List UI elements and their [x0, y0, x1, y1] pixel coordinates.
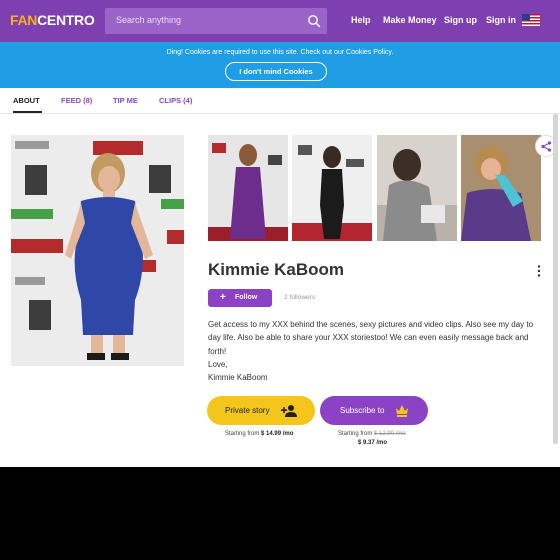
private-story-price: Starting from $ 14.99 /mo: [225, 431, 293, 437]
gallery-photo-2[interactable]: [292, 135, 372, 241]
tab-feed[interactable]: FEED (8): [61, 96, 92, 105]
private-price-value: $ 14.99 /mo: [261, 431, 294, 437]
subscribe-price-value: $ 9.37 /mo: [358, 440, 388, 446]
nav-sign-up-link[interactable]: Sign up: [444, 15, 477, 25]
profile-tabs: ABOUT FEED (8) TIP ME CLIPS (4): [0, 88, 560, 114]
tab-clips[interactable]: CLIPS (4): [159, 96, 192, 105]
share-icon: [541, 141, 552, 152]
logo-fan-text: FAN: [10, 12, 38, 28]
tab-tip-me[interactable]: TIP ME: [113, 96, 138, 105]
nav-make-money-link[interactable]: Make Money: [383, 15, 437, 25]
plus-icon: +: [220, 292, 226, 303]
bio-signature: Kimmie KaBoom: [208, 373, 268, 383]
search-bar[interactable]: Search anything: [105, 8, 327, 34]
gallery-photo-1[interactable]: [208, 135, 288, 241]
active-tab-indicator: [13, 111, 42, 113]
more-vertical-icon[interactable]: [537, 265, 541, 277]
subscribe-old-price: $ 12.99 /mo: [374, 431, 406, 437]
fancentro-logo[interactable]: FANCENTRO: [10, 12, 95, 28]
bio-signoff: Love,: [208, 359, 228, 369]
nav-sign-in-link[interactable]: Sign in: [486, 15, 516, 25]
top-navbar: FANCENTRO Search anything Help Make Mone…: [0, 0, 560, 42]
subscribe-button[interactable]: Subscribe to: [320, 396, 428, 425]
private-story-label: Private story: [225, 406, 270, 415]
gallery-photo-4[interactable]: [461, 135, 541, 241]
private-starting-text: Starting from: [225, 431, 260, 437]
subscribe-price-old: Starting from $ 12.99 /mo: [338, 431, 406, 437]
profile-bio: Get access to my XXX behind the scenes, …: [208, 318, 544, 384]
cookie-banner: Ding! Cookies are required to use this s…: [0, 42, 560, 88]
follow-button[interactable]: + Follow: [208, 289, 272, 307]
cookie-text: Ding! Cookies are required to use this s…: [166, 49, 394, 56]
logo-centro-text: CENTRO: [37, 12, 95, 28]
profile-name: Kimmie KaBoom: [208, 260, 345, 279]
subscribe-starting-text: Starting from: [338, 431, 373, 437]
page-scrollbar[interactable]: [553, 114, 558, 444]
nav-help-link[interactable]: Help: [351, 15, 371, 25]
follow-label: Follow: [235, 294, 258, 301]
subscribe-label: Subscribe to: [340, 406, 385, 415]
profile-photo[interactable]: [11, 135, 184, 366]
gallery-photo-3[interactable]: [377, 135, 457, 241]
accept-cookies-button[interactable]: I don't mind Cookies: [225, 62, 327, 81]
add-user-icon: [281, 405, 297, 417]
bio-paragraph: Get access to my XXX behind the scenes, …: [208, 320, 534, 356]
search-icon[interactable]: [307, 14, 321, 28]
subscribe-price-new: $ 9.37 /mo: [358, 440, 387, 446]
flag-icon[interactable]: [522, 14, 540, 26]
followers-count: 2 followers: [284, 294, 316, 301]
viewport: FANCENTRO Search anything Help Make Mone…: [0, 0, 560, 467]
crown-icon: [396, 405, 408, 417]
tab-about[interactable]: ABOUT: [13, 96, 40, 105]
search-input[interactable]: Search anything: [116, 15, 181, 25]
private-story-button[interactable]: Private story: [207, 396, 315, 425]
